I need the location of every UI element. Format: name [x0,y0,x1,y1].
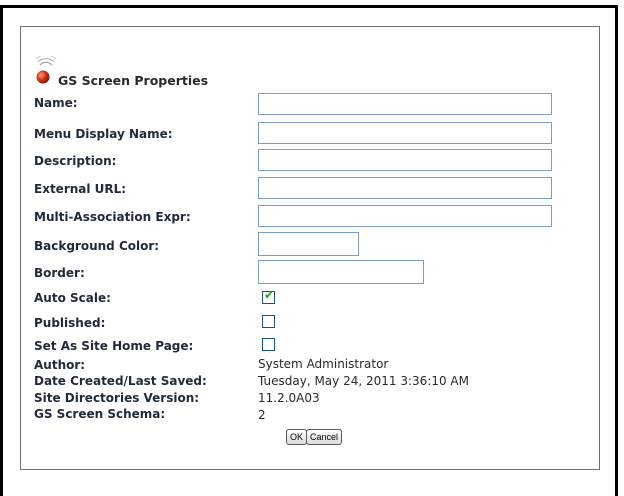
published-checkbox[interactable] [262,315,275,328]
published-label: Published: [34,316,106,330]
page-title: GS Screen Properties [58,73,209,88]
date-saved-value: Tuesday, May 24, 2011 3:36:10 AM [258,374,469,388]
auto-scale-label: Auto Scale: [34,291,111,305]
menu-display-name-input[interactable] [258,122,552,144]
background-color-label: Background Color: [34,239,160,253]
date-saved-label: Date Created/Last Saved: [34,374,207,388]
site-home-page-label: Set As Site Home Page: [34,339,194,353]
schema-value: 2 [258,408,266,422]
site-dir-version-value: 11.2.0A03 [258,391,320,405]
broadcast-orb-icon [35,56,56,84]
site-home-page-checkbox[interactable] [262,338,275,351]
description-label: Description: [34,154,117,168]
cancel-button[interactable]: Cancel [306,429,343,445]
site-dir-version-label: Site Directories Version: [34,391,200,405]
menu-display-name-label: Menu Display Name: [34,127,173,141]
author-label: Author: [34,358,86,372]
external-url-label: External URL: [34,182,127,196]
auto-scale-checkbox[interactable]: ✔ [262,288,275,304]
name-label: Name: [34,96,78,110]
multi-association-expr-label: Multi-Association Expr: [34,210,191,224]
border-label: Border: [34,266,85,280]
description-input[interactable] [258,149,552,171]
border-input[interactable] [258,260,424,284]
background-color-input[interactable] [258,232,359,256]
schema-label: GS Screen Schema: [34,407,166,421]
author-value: System Administrator [258,357,389,371]
external-url-input[interactable] [258,177,552,199]
multi-association-expr-input[interactable] [258,205,552,227]
name-input[interactable] [258,93,552,115]
ok-button[interactable]: OK [286,429,308,445]
checkmark-icon: ✔ [264,288,275,302]
